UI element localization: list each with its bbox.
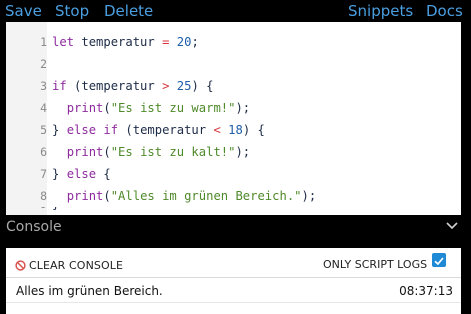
line-number-gutter: 1 2 3 4 5 6 7 8 9 [6, 22, 47, 215]
code-token: (temperatur [118, 123, 214, 137]
code-token: print [66, 145, 104, 159]
code-line[interactable]: if (temperatur > 25) { [52, 75, 213, 97]
code-editor[interactable]: 1 2 3 4 5 6 7 8 9 let temperatur = 20; i… [6, 22, 461, 215]
line-number: 2 [40, 57, 47, 71]
code-token: ); [301, 189, 317, 203]
code-token: } [52, 123, 67, 137]
line-number: 6 [40, 145, 47, 159]
code-token: "Es ist zu warm!" [110, 101, 236, 115]
code-line[interactable]: print("Alles im grünen Bereich."); [52, 185, 317, 207]
code-token: print [66, 101, 104, 115]
line-number: 5 [40, 123, 47, 137]
only-script-logs-checkbox[interactable] [432, 253, 446, 267]
code-token: 25 [176, 79, 192, 93]
console-toolbar: CLEAR CONSOLE ONLY SCRIPT LOGS [6, 248, 461, 277]
code-token: temperatur [74, 35, 163, 49]
line-number: 4 [40, 101, 47, 115]
code-line[interactable]: } else { [52, 163, 111, 185]
code-token: 20 [176, 35, 192, 49]
code-token: else if [66, 123, 119, 137]
code-token: print [66, 189, 104, 203]
code-token: ) { [191, 79, 214, 93]
code-token: { [96, 167, 111, 181]
log-timestamp: 08:37:13 [399, 284, 453, 298]
divider [6, 302, 461, 303]
line-number: 3 [40, 79, 47, 93]
code-token: } [52, 207, 59, 211]
code-token: ; [191, 35, 199, 49]
console-header[interactable]: Console [0, 215, 471, 239]
line-number: 1 [40, 35, 47, 49]
code-token: ( [103, 145, 111, 159]
code-token: ); [235, 145, 251, 159]
code-token: ( [103, 101, 111, 115]
line-number: 8 [40, 189, 47, 203]
docs-button[interactable]: Docs [426, 1, 463, 21]
clear-console-button[interactable]: CLEAR CONSOLE [15, 257, 123, 273]
snippets-button[interactable]: Snippets [348, 1, 413, 21]
code-token: "Es ist zu kalt!" [110, 145, 236, 159]
code-token: ); [235, 101, 251, 115]
code-line[interactable]: print("Es ist zu kalt!"); [52, 141, 250, 163]
no-entry-icon [15, 259, 26, 271]
code-token: 18 [228, 123, 243, 137]
code-token: if [52, 79, 67, 93]
chevron-down-icon[interactable] [446, 221, 458, 231]
code-line[interactable]: } [52, 207, 59, 215]
code-line[interactable]: let temperatur = 20; [52, 31, 199, 53]
code-token: < [213, 123, 221, 137]
only-script-logs-label: ONLY SCRIPT LOGS [323, 258, 428, 271]
code-token: let [52, 35, 75, 49]
code-token: (temperatur [66, 79, 163, 93]
code-token: } [52, 167, 67, 181]
code-token: ( [103, 189, 111, 203]
console-title: Console [6, 219, 62, 235]
code-line[interactable]: print("Es ist zu warm!"); [52, 97, 250, 119]
code-token: "Alles im grünen Bereich." [110, 189, 302, 203]
delete-button[interactable]: Delete [104, 1, 153, 21]
clear-console-label: CLEAR CONSOLE [29, 258, 124, 272]
log-entry: Alles im grünen Bereich. 08:37:13 [6, 278, 461, 302]
checkmark-icon [434, 257, 444, 266]
line-number: 7 [40, 167, 47, 181]
line-number: 9 [12, 207, 47, 215]
log-message: Alles im grünen Bereich. [16, 284, 163, 298]
code-line[interactable]: } else if (temperatur < 18) { [52, 119, 265, 141]
save-button[interactable]: Save [5, 1, 42, 21]
code-token: ) { [242, 123, 265, 137]
stop-button[interactable]: Stop [55, 1, 89, 21]
code-token: else [66, 167, 97, 181]
toolbar: Save Stop Delete Snippets Docs [0, 0, 471, 22]
console-panel: CLEAR CONSOLE ONLY SCRIPT LOGS Alles im … [6, 248, 461, 314]
